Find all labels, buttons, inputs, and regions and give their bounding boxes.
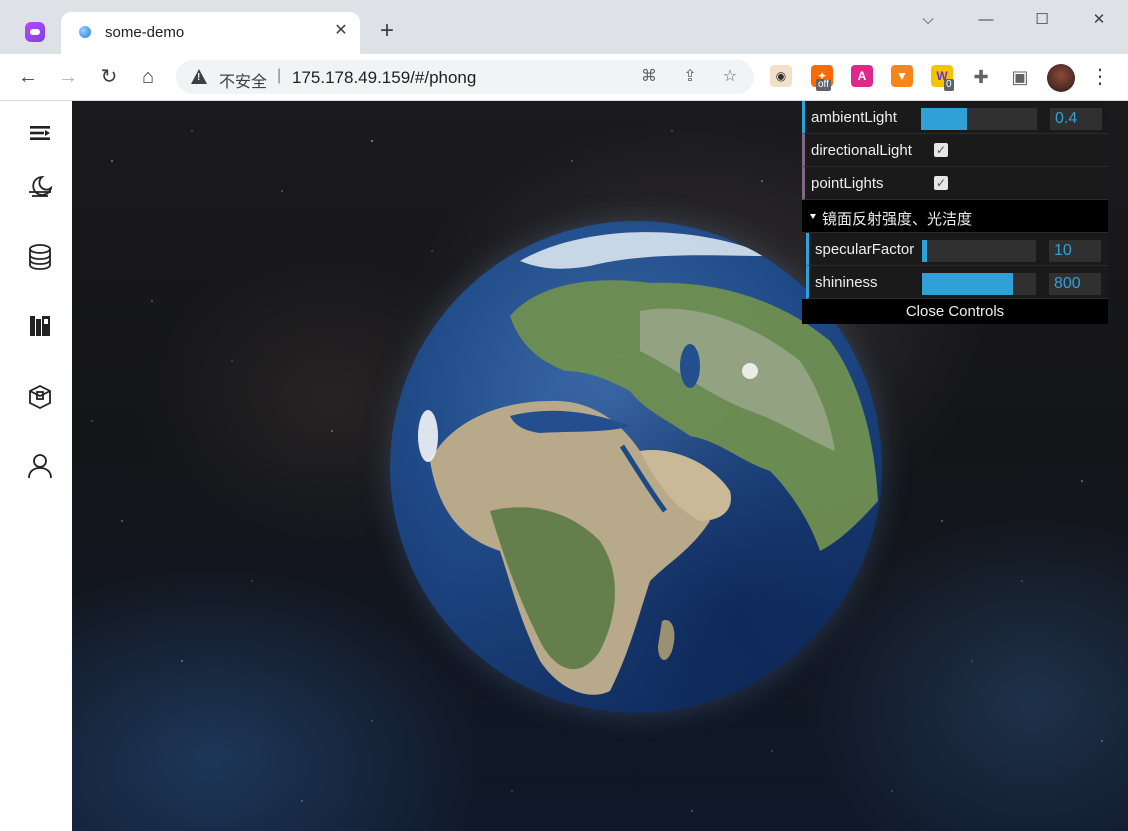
ambient-light-input[interactable]: 0.4 (1050, 108, 1102, 130)
folder-expanded-icon (810, 214, 816, 219)
tab-search-chevron-icon[interactable]: ⌵ (914, 8, 942, 32)
specular-factor-slider[interactable] (922, 240, 1036, 262)
owl-extension-icon[interactable]: ◉ (770, 65, 792, 87)
specular-folder-body: specularFactor 10 shininess 800 (806, 233, 1108, 299)
specular-folder-title[interactable]: 镜面反射强度、光洁度 (802, 200, 1108, 233)
close-controls-button[interactable]: Close Controls (802, 299, 1108, 324)
profile-avatar[interactable] (1047, 64, 1075, 92)
new-tab-icon[interactable]: + (376, 19, 398, 43)
close-window-icon[interactable]: ✕ (1085, 8, 1113, 32)
directional-light-checkbox[interactable]: ✓ (934, 143, 948, 157)
reload-icon[interactable]: ↻ (96, 64, 122, 90)
shininess-slider-fill (922, 273, 1014, 295)
address-separator: | (277, 67, 282, 84)
tab-close-icon[interactable]: ✕ (331, 21, 351, 41)
package-icon[interactable] (24, 380, 56, 412)
user-icon[interactable] (24, 450, 56, 482)
home-icon[interactable]: ⌂ (135, 64, 161, 90)
ambient-light-slider[interactable] (921, 108, 1037, 130)
url-text[interactable]: 175.178.49.159/#/phong (292, 68, 476, 88)
point-lights-checkbox[interactable]: ✓ (934, 176, 948, 190)
browser-toolbar: ← → ↻ ⌂ 不安全 | 175.178.49.159/#/phong ⌘ ⇪… (0, 54, 1128, 101)
library-icon[interactable] (24, 310, 56, 342)
translate-icon[interactable]: ⌘ (639, 67, 659, 87)
extensions-puzzle-icon[interactable]: ✚ (971, 67, 991, 87)
point-lights-label: pointLights (811, 175, 884, 192)
minimize-window-icon[interactable]: — (972, 8, 1000, 32)
shininess-label: shininess (815, 274, 878, 291)
share-icon[interactable]: ⇪ (680, 67, 700, 87)
forward-icon[interactable]: → (55, 64, 81, 90)
bookmark-star-icon[interactable]: ☆ (720, 67, 740, 87)
security-label[interactable]: 不安全 (219, 68, 267, 92)
browser-app-icon[interactable] (25, 22, 45, 42)
specular-folder-label: 镜面反射强度、光洁度 (822, 211, 973, 228)
controls-panel: ambientLight 0.4 directionalLight ✓ poin… (802, 101, 1108, 324)
menu-toggle-icon[interactable] (24, 117, 56, 149)
tab-title: some-demo (105, 24, 185, 41)
shininess-input[interactable]: 800 (1049, 273, 1101, 295)
warning-icon[interactable] (191, 69, 207, 84)
ambient-light-slider-fill (921, 108, 968, 130)
metamask-extension-icon[interactable]: ▼ (891, 65, 913, 87)
adblock-badge: off (816, 79, 831, 91)
ambient-light-label: ambientLight (811, 109, 897, 126)
maximize-window-icon[interactable]: ☐ (1028, 8, 1056, 32)
browser-tab[interactable]: some-demo ✕ (61, 12, 360, 54)
shininess-control: shininess 800 (806, 266, 1108, 299)
specular-factor-slider-fill (922, 240, 927, 262)
ambient-light-control: ambientLight 0.4 (802, 101, 1108, 134)
specular-factor-control: specularFactor 10 (806, 233, 1108, 266)
point-lights-control: pointLights ✓ (802, 167, 1108, 200)
address-bar[interactable]: 不安全 | 175.178.49.159/#/phong ⌘ ⇪ ☆ (176, 60, 754, 94)
directional-light-control: directionalLight ✓ (802, 134, 1108, 167)
shininess-slider[interactable] (922, 273, 1036, 295)
app-sidebar (0, 101, 72, 831)
specular-factor-label: specularFactor (815, 241, 915, 258)
moon-scene-icon[interactable] (24, 171, 56, 203)
side-panel-icon[interactable]: ▣ (1010, 67, 1030, 87)
database-icon[interactable] (24, 241, 56, 273)
specular-factor-input[interactable]: 10 (1049, 240, 1101, 262)
tab-favicon-icon (79, 26, 91, 38)
browser-menu-icon[interactable]: ⋮ (1090, 64, 1110, 90)
directional-light-label: directionalLight (811, 142, 912, 159)
back-icon[interactable]: ← (15, 64, 41, 90)
browser-tab-strip: some-demo ✕ + ⌵ — ☐ ✕ (0, 0, 1128, 54)
wallet-badge: 0 (944, 79, 954, 91)
translate-extension-icon[interactable]: A (851, 65, 873, 87)
